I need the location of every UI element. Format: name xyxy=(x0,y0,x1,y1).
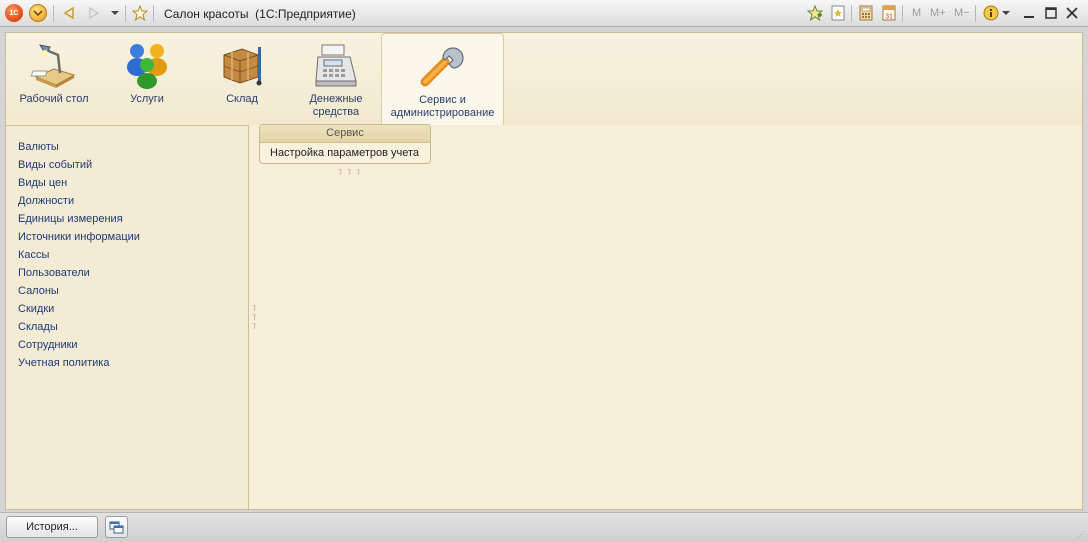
memory-plus-button[interactable]: M+ xyxy=(930,7,946,19)
forward-button[interactable] xyxy=(85,4,103,22)
minimize-button[interactable] xyxy=(1020,4,1038,22)
arrow-left-icon xyxy=(63,6,74,20)
warehouse-boxes-icon xyxy=(223,47,262,86)
section-label: Рабочий стол xyxy=(19,93,89,105)
section-cash[interactable]: Денежные средства xyxy=(296,33,376,125)
triangle-down-icon xyxy=(1002,10,1010,15)
memory-minus-button[interactable]: M− xyxy=(954,7,970,19)
info-dropdown-button[interactable] xyxy=(1001,4,1011,22)
close-button[interactable] xyxy=(1063,4,1081,22)
section-label: Услуги xyxy=(130,93,164,105)
group-resize-handle[interactable]: ⁊⁊⁊ xyxy=(338,167,365,176)
desk-lamp-icon xyxy=(30,44,76,88)
calendar-button[interactable]: 31 xyxy=(880,4,898,22)
main-menu-button[interactable] xyxy=(29,4,47,22)
favorites-button[interactable] xyxy=(131,4,149,22)
memory-button[interactable]: M xyxy=(912,7,921,19)
section-label: Сервис и администрирование xyxy=(390,94,495,119)
add-favorite-button[interactable] xyxy=(806,4,824,22)
actions-group: Сервис Настройка параметров учета xyxy=(259,124,431,164)
section-label: Склад xyxy=(226,93,258,105)
nav-item-employees[interactable]: Сотрудники xyxy=(18,336,248,354)
navigation-list: Валюты Виды событий Виды цен Должности Е… xyxy=(6,126,248,372)
info-button[interactable] xyxy=(982,4,1000,22)
panel-splitter[interactable]: ⁊ ⁊ ⁊ xyxy=(252,303,256,330)
star-icon xyxy=(132,5,148,21)
cash-register-icon xyxy=(315,44,357,87)
calendar-day-text: 31 xyxy=(885,14,893,21)
triangle-down-icon xyxy=(111,11,119,15)
windows-list-icon xyxy=(109,521,124,534)
nav-item-currencies[interactable]: Валюты xyxy=(18,138,248,156)
toolbar-separator xyxy=(125,5,126,22)
section-service-admin[interactable]: Сервис и администрирование xyxy=(381,33,504,125)
app-logo-text: 1С xyxy=(9,9,19,17)
star-plus-icon xyxy=(807,5,823,21)
calendar-icon: 31 xyxy=(882,5,896,21)
maximize-button[interactable] xyxy=(1042,4,1060,22)
nav-item-price-types[interactable]: Виды цен xyxy=(18,174,248,192)
nav-item-info-sources[interactable]: Источники информации xyxy=(18,228,248,246)
windows-button[interactable] xyxy=(105,516,128,538)
arrow-right-icon xyxy=(89,6,100,20)
section-label: Денежные средства xyxy=(309,93,363,118)
group-title: Сервис xyxy=(260,125,430,143)
toolbar-separator xyxy=(153,5,154,22)
nav-item-users[interactable]: Пользователи xyxy=(18,264,248,282)
wrench-icon xyxy=(420,47,464,87)
status-bar: История... ⋰ xyxy=(0,512,1088,542)
toolbar-separator xyxy=(53,5,54,22)
nav-item-accounting-policy[interactable]: Учетная политика xyxy=(18,354,248,372)
document-star-icon xyxy=(831,5,845,21)
navigation-panel: Валюты Виды событий Виды цен Должности Е… xyxy=(6,125,249,509)
calculator-button[interactable] xyxy=(857,4,875,22)
info-icon xyxy=(983,5,999,21)
nav-item-discounts[interactable]: Скидки xyxy=(18,300,248,318)
nav-item-positions[interactable]: Должности xyxy=(18,192,248,210)
nav-item-event-types[interactable]: Виды событий xyxy=(18,156,248,174)
maximize-icon xyxy=(1045,7,1057,19)
window-title: Салон красоты (1С:Предприятие) xyxy=(164,7,356,21)
toolbar-separator xyxy=(975,5,976,22)
history-button[interactable]: История... xyxy=(6,516,98,538)
close-icon xyxy=(1066,7,1078,19)
calculator-icon xyxy=(859,5,873,21)
bookmark-list-button[interactable] xyxy=(829,4,847,22)
nav-item-cash-desks[interactable]: Кассы xyxy=(18,246,248,264)
nav-item-units[interactable]: Единицы измерения xyxy=(18,210,248,228)
history-dropdown-button[interactable] xyxy=(108,4,122,22)
action-accounting-settings[interactable]: Настройка параметров учета xyxy=(260,143,430,164)
people-icon xyxy=(127,44,167,89)
minimize-icon xyxy=(1024,16,1034,18)
section-desktop[interactable]: Рабочий стол xyxy=(14,33,94,125)
toolbar-separator xyxy=(851,5,852,22)
nav-item-salons[interactable]: Салоны xyxy=(18,282,248,300)
section-services[interactable]: Услуги xyxy=(106,33,188,125)
nav-item-warehouses[interactable]: Склады xyxy=(18,318,248,336)
app-logo-icon[interactable]: 1С xyxy=(5,4,23,22)
sections-panel: Рабочий стол Услуги Склад Денежные средс… xyxy=(6,33,1082,125)
main-window-area: Рабочий стол Услуги Склад Денежные средс… xyxy=(5,32,1083,510)
title-bar: 1С Салон красоты (1С:Предприятие) 31 M M… xyxy=(0,0,1088,27)
resize-grip[interactable]: ⋰ xyxy=(1077,530,1085,539)
back-button[interactable] xyxy=(60,4,78,22)
toolbar-separator xyxy=(902,5,903,22)
section-warehouse[interactable]: Склад xyxy=(202,33,282,125)
chevron-down-icon xyxy=(33,10,43,17)
